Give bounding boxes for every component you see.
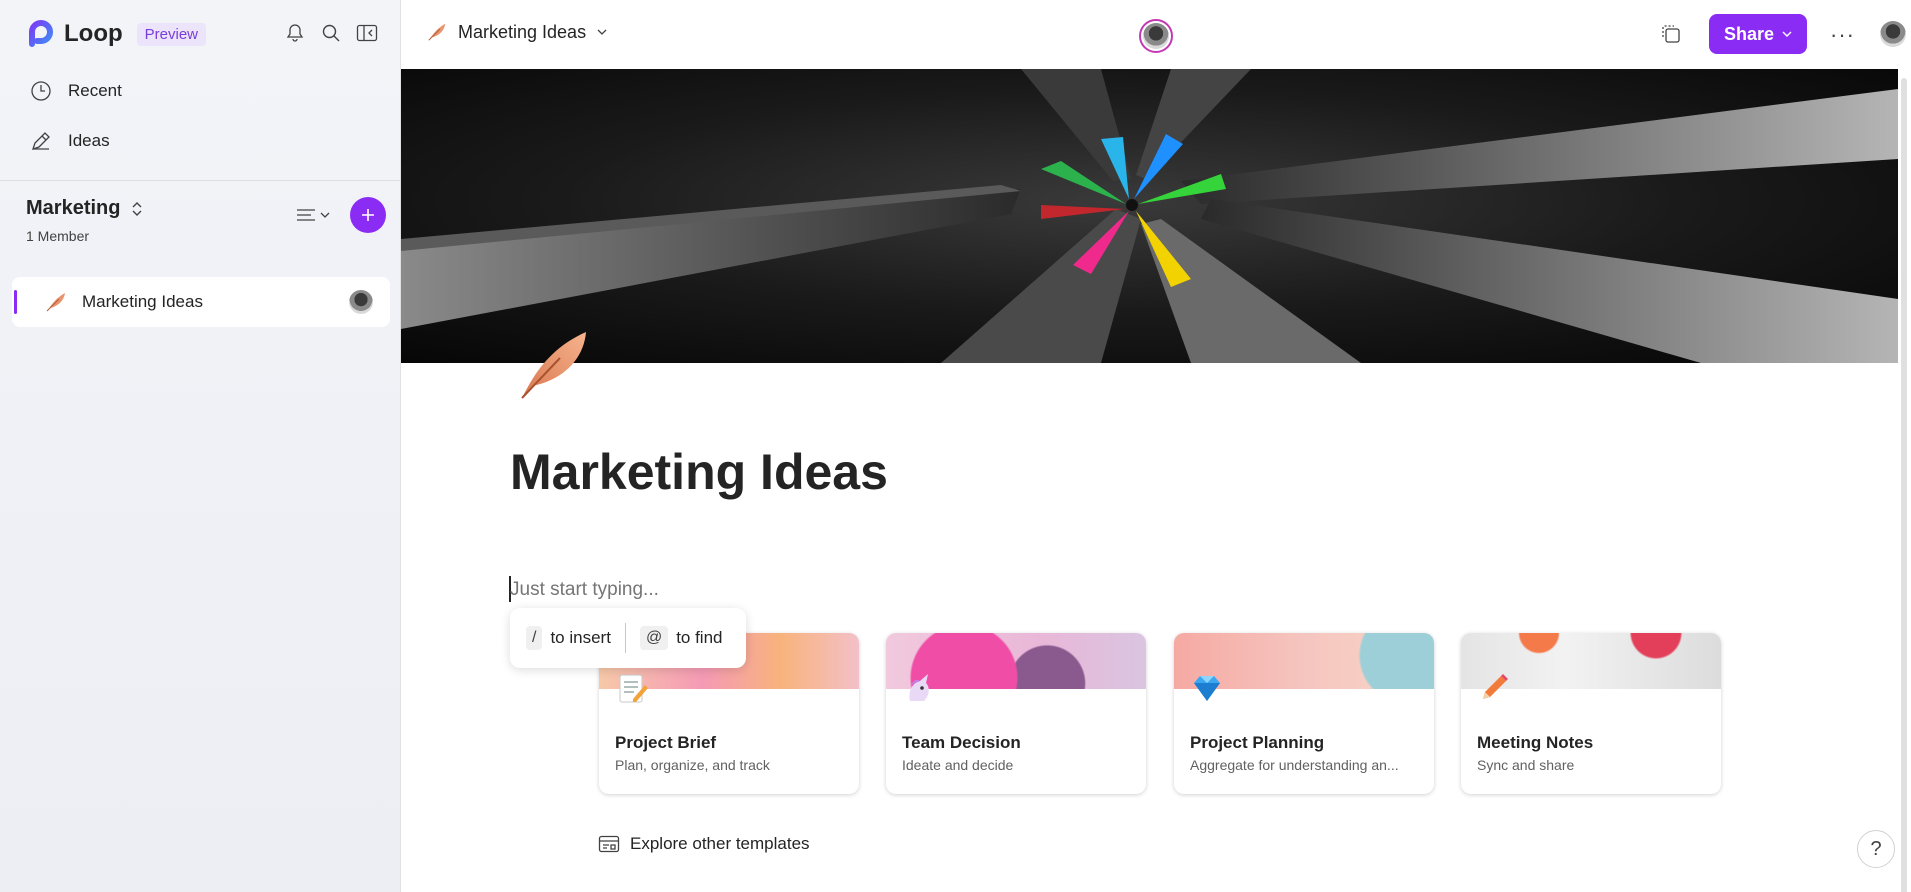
- template-name: Team Decision: [902, 733, 1021, 752]
- template-name: Project Brief: [615, 733, 717, 752]
- scrollbar[interactable]: [1900, 68, 1908, 892]
- sidebar-page-marketing-ideas[interactable]: Marketing Ideas: [12, 277, 390, 327]
- template-card-meeting-notes[interactable]: Meeting Notes Sync and share: [1461, 633, 1721, 794]
- workspace-actions: [294, 197, 386, 233]
- pencil-icon: [1483, 674, 1508, 699]
- insert-key: /: [526, 626, 543, 650]
- sidebar: Loop Preview Recent Ideas Marketing 1 Me…: [0, 0, 401, 892]
- sort-menu-button[interactable]: [294, 204, 334, 226]
- workspace-switcher[interactable]: Marketing: [26, 197, 144, 220]
- list-sort-icon: [297, 209, 330, 221]
- workspace-members: 1 Member: [26, 228, 90, 244]
- document-title-label: Marketing Ideas: [458, 21, 587, 42]
- explore-templates-label: Explore other templates: [630, 834, 810, 853]
- page-label: Marketing Ideas: [82, 292, 203, 311]
- template-card-team-decision[interactable]: Team Decision Ideate and decide: [886, 633, 1146, 794]
- template-description: Sync and share: [1477, 757, 1575, 773]
- template-description: Aggregate for understanding an...: [1190, 757, 1399, 773]
- loop-logo-icon: [29, 20, 53, 47]
- insert-hint-label: to insert: [550, 628, 611, 647]
- template-description: Plan, organize, and track: [615, 757, 770, 773]
- document-body-input[interactable]: [510, 576, 1210, 604]
- template-description: Ideate and decide: [902, 757, 1014, 773]
- feather-icon[interactable]: [516, 328, 588, 400]
- find-key: @: [639, 626, 669, 650]
- share-label: Share: [1723, 23, 1775, 44]
- avatar: [1143, 23, 1169, 49]
- template-name: Meeting Notes: [1477, 733, 1594, 752]
- sidebar-toolbar: [284, 22, 378, 44]
- hint-divider: [624, 623, 626, 653]
- user-avatar[interactable]: [1880, 21, 1906, 47]
- divider: [0, 180, 400, 181]
- ideas-icon: [31, 132, 50, 151]
- chevron-down-icon: [1782, 31, 1792, 37]
- help-button[interactable]: ?: [1857, 830, 1895, 868]
- preview-badge: Preview: [136, 22, 206, 46]
- template-name: Project Planning: [1190, 733, 1325, 752]
- document-title[interactable]: Marketing Ideas: [510, 443, 888, 501]
- scrollbar-thumb[interactable]: [1901, 78, 1907, 892]
- feather-icon: [428, 23, 446, 41]
- chevron-updown-icon: [132, 201, 142, 216]
- bell-icon[interactable]: [284, 22, 306, 44]
- brand[interactable]: Loop Preview: [28, 20, 206, 48]
- plus-icon: [362, 209, 374, 221]
- collaborator-avatar[interactable]: [1139, 19, 1173, 53]
- gem-icon: [1194, 676, 1220, 701]
- template-gallery-icon: [598, 835, 620, 853]
- feather-icon: [46, 293, 65, 312]
- clock-icon: [31, 81, 51, 101]
- find-hint-label: to find: [676, 628, 723, 647]
- colored-pencils-image: [401, 69, 1898, 363]
- workspace-name: Marketing: [26, 197, 121, 219]
- chevron-down-icon: [597, 29, 607, 35]
- search-icon[interactable]: [320, 22, 342, 44]
- copy-component-icon[interactable]: [1660, 23, 1682, 45]
- template-card-project-planning[interactable]: Project Planning Aggregate for understan…: [1174, 633, 1434, 794]
- active-indicator: [14, 290, 17, 314]
- unicorn-icon: [909, 674, 929, 701]
- cover-image: [401, 69, 1898, 363]
- insert-hint-popup: / to insert @ to find: [510, 608, 746, 668]
- add-page-button[interactable]: [350, 197, 386, 233]
- sidebar-item-recent[interactable]: Recent: [30, 80, 122, 102]
- sidebar-item-label: Recent: [68, 81, 122, 100]
- sidebar-item-ideas[interactable]: Ideas: [30, 130, 110, 152]
- explore-templates-link[interactable]: Explore other templates: [598, 834, 810, 854]
- app-name: Loop: [64, 20, 123, 47]
- avatar: [349, 290, 373, 314]
- memo-icon: [619, 674, 648, 703]
- document-title-menu[interactable]: Marketing Ideas: [426, 21, 608, 43]
- share-button[interactable]: Share: [1709, 14, 1807, 54]
- sidebar-item-label: Ideas: [68, 131, 110, 150]
- more-options-button[interactable]: ···: [1830, 22, 1855, 48]
- document-header: Marketing Ideas Share ···: [402, 0, 1911, 68]
- collapse-sidebar-icon[interactable]: [356, 22, 378, 44]
